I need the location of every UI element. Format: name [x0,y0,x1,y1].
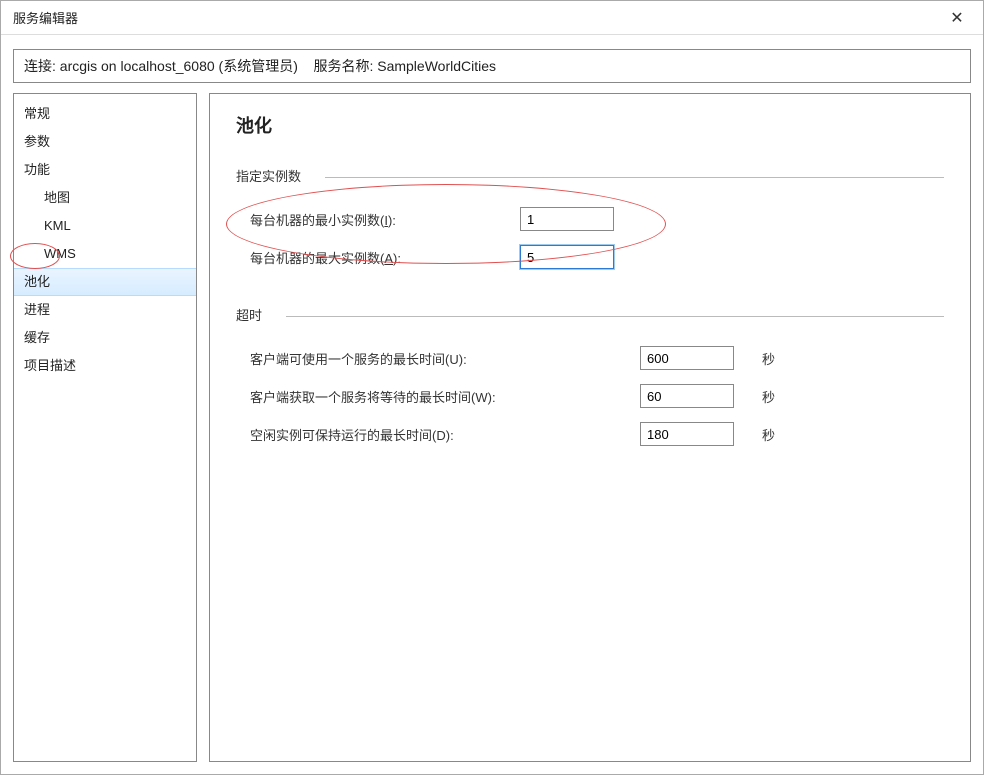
timeout-usage-label: 客户端可使用一个服务的最长时间(U): [250,349,640,368]
min-instances-row: 每台机器的最小实例数(I): [236,207,944,231]
sidebar: 常规参数功能地图KMLWMS池化进程缓存项目描述 [13,93,197,762]
connection-value: arcgis on localhost_6080 (系统管理员) [60,58,298,74]
sidebar-item[interactable]: WMS [14,240,196,268]
service-editor-window: 服务编辑器 ✕ 连接: arcgis on localhost_6080 (系统… [0,0,984,775]
sidebar-item[interactable]: 项目描述 [14,352,196,380]
close-button[interactable]: ✕ [935,3,979,33]
min-instances-input[interactable] [520,207,614,231]
timeout-section: 超时 客户端可使用一个服务的最长时间(U): 秒 客户端获取一个服务将等待的最长… [236,305,944,446]
sidebar-item[interactable]: 地图 [14,184,196,212]
service-name-value: SampleWorldCities [377,58,496,74]
sidebar-item[interactable]: KML [14,212,196,240]
titlebar: 服务编辑器 ✕ [1,1,983,35]
timeout-usage-row: 客户端可使用一个服务的最长时间(U): 秒 [236,346,944,370]
sidebar-item[interactable]: 常规 [14,100,196,128]
close-icon: ✕ [950,8,963,28]
sidebar-item[interactable]: 功能 [14,156,196,184]
main-area: 常规参数功能地图KMLWMS池化进程缓存项目描述 池化 指定实例数 每台机器的最… [13,93,971,762]
timeout-wait-input[interactable] [640,384,734,408]
timeout-usage-unit: 秒 [762,349,775,368]
sidebar-item[interactable]: 池化 [14,268,196,296]
content-panel: 池化 指定实例数 每台机器的最小实例数(I): 每台机器的最大实例数(A): [209,93,971,762]
section-title-instances: 指定实例数 [236,166,944,185]
section-rule [286,316,944,317]
instances-section: 指定实例数 每台机器的最小实例数(I): 每台机器的最大实例数(A): [236,166,944,269]
section-label-timeout: 超时 [236,305,262,324]
timeout-idle-unit: 秒 [762,425,775,444]
timeout-usage-input[interactable] [640,346,734,370]
min-instances-label: 每台机器的最小实例数(I): [250,210,520,229]
timeout-idle-label: 空闲实例可保持运行的最长时间(D): [250,425,640,444]
timeout-idle-row: 空闲实例可保持运行的最长时间(D): 秒 [236,422,944,446]
timeout-idle-input[interactable] [640,422,734,446]
timeout-wait-unit: 秒 [762,387,775,406]
sidebar-item[interactable]: 参数 [14,128,196,156]
section-label-instances: 指定实例数 [236,166,301,185]
max-instances-label: 每台机器的最大实例数(A): [250,248,520,267]
window-title: 服务编辑器 [13,8,78,27]
section-rule [325,177,944,178]
max-instances-row: 每台机器的最大实例数(A): [236,245,944,269]
max-instances-input[interactable] [520,245,614,269]
connection-bar: 连接: arcgis on localhost_6080 (系统管理员) 服务名… [13,49,971,83]
timeout-wait-label: 客户端获取一个服务将等待的最长时间(W): [250,387,640,406]
sidebar-item[interactable]: 缓存 [14,324,196,352]
service-name-label: 服务名称: [313,58,373,74]
panel-heading: 池化 [236,112,944,138]
section-title-timeout: 超时 [236,305,944,324]
connection-prefix: 连接: [24,58,56,74]
timeout-wait-row: 客户端获取一个服务将等待的最长时间(W): 秒 [236,384,944,408]
sidebar-item[interactable]: 进程 [14,296,196,324]
